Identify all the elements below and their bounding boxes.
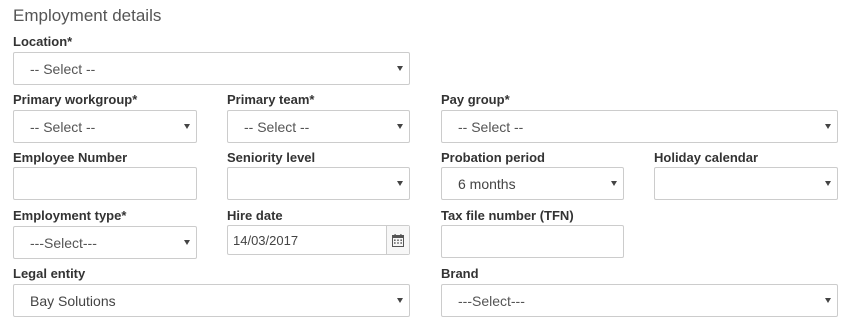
calendar-icon: [392, 234, 404, 247]
pay-group-label: Pay group*: [441, 92, 510, 107]
chevron-down-icon: [611, 181, 617, 186]
legal-entity-label: Legal entity: [13, 266, 86, 281]
legal-entity-select[interactable]: Bay Solutions: [13, 284, 410, 317]
hire-date-label: Hire date: [227, 208, 283, 223]
location-label: Location*: [13, 34, 73, 49]
chevron-down-icon: [825, 124, 831, 129]
primary-workgroup-select[interactable]: -- Select --: [13, 110, 197, 143]
pay-group-value: -- Select --: [458, 119, 524, 135]
chevron-down-icon: [825, 181, 831, 186]
chevron-down-icon: [397, 298, 403, 303]
brand-value: ---Select---: [458, 293, 525, 309]
employment-type-select[interactable]: ---Select---: [13, 226, 197, 259]
primary-workgroup-value: -- Select --: [30, 119, 96, 135]
probation-period-value: 6 months: [458, 176, 516, 192]
hire-date-input[interactable]: 14/03/2017: [227, 225, 410, 255]
brand-label: Brand: [441, 266, 479, 281]
location-select[interactable]: -- Select --: [13, 52, 410, 85]
primary-team-value: -- Select --: [244, 119, 310, 135]
brand-select[interactable]: ---Select---: [441, 284, 838, 317]
probation-period-label: Probation period: [441, 150, 545, 165]
seniority-level-label: Seniority level: [227, 150, 316, 165]
section-title: Employment details: [13, 6, 162, 25]
chevron-down-icon: [825, 298, 831, 303]
chevron-down-icon: [184, 124, 190, 129]
calendar-button[interactable]: [386, 226, 409, 254]
chevron-down-icon: [397, 181, 403, 186]
legal-entity-value: Bay Solutions: [30, 293, 116, 309]
tfn-field[interactable]: [441, 225, 624, 258]
employment-type-label: Employment type*: [13, 208, 127, 223]
holiday-calendar-select[interactable]: [654, 167, 838, 200]
primary-team-label: Primary team*: [227, 92, 315, 107]
employee-number-field[interactable]: [13, 167, 197, 200]
probation-period-select[interactable]: 6 months: [441, 167, 624, 200]
hire-date-value: 14/03/2017: [233, 233, 299, 248]
primary-workgroup-label: Primary workgroup*: [13, 92, 138, 107]
chevron-down-icon: [397, 66, 403, 71]
pay-group-select[interactable]: -- Select --: [441, 110, 838, 143]
employment-type-value: ---Select---: [30, 235, 97, 251]
chevron-down-icon: [397, 124, 403, 129]
employee-number-label: Employee Number: [13, 150, 128, 165]
location-value: -- Select --: [30, 61, 96, 77]
seniority-level-select[interactable]: [227, 167, 410, 200]
tfn-label: Tax file number (TFN): [441, 208, 574, 223]
chevron-down-icon: [184, 240, 190, 245]
holiday-calendar-label: Holiday calendar: [654, 150, 759, 165]
primary-team-select[interactable]: -- Select --: [227, 110, 410, 143]
